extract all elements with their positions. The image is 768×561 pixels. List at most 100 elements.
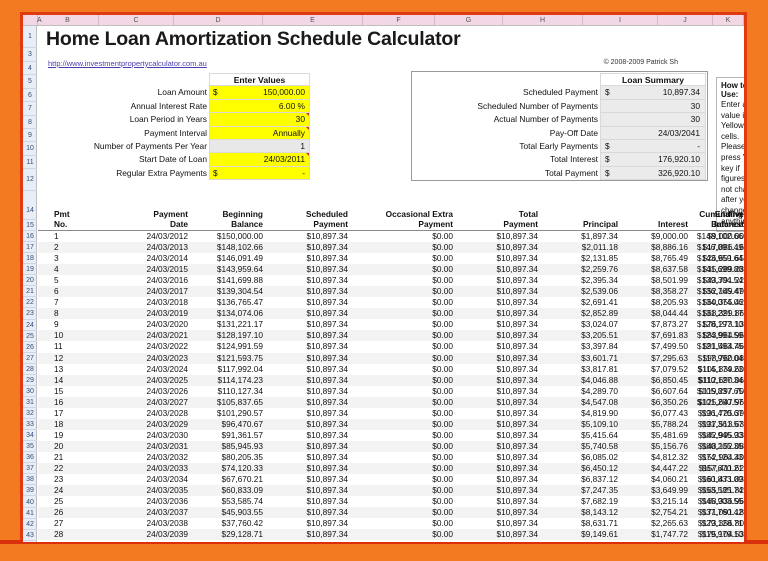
table-row[interactable]: 29 24/03/2040 $19,979.10 $10,897.34 $0.00 $10… [38,540,744,542]
row-number-44[interactable]: 44 [23,541,37,542]
table-row[interactable]: 22 24/03/2033 $74,120.33 $10,897.34 $0.00 $10… [38,462,744,475]
table-row[interactable]: 2 24/03/2013 $148,102.66 $10,897.34 $0.00 $10… [38,242,744,254]
table-row[interactable]: 11 24/03/2022 $124,991.59 $10,897.34 $0.00 $1… [38,341,744,352]
row-number-32[interactable]: 32 [23,408,37,420]
table-row[interactable]: 1 24/03/2012 $150,000.00 $10,897.34 $0.00 $10… [38,231,744,242]
input-cell-regular-extra-payments[interactable]: $ - [209,166,310,181]
table-row[interactable]: 16 24/03/2027 $105,837.65 $10,897.34 $0.00 $1… [38,396,744,408]
table-row[interactable]: 9 24/03/2020 $131,221.17 $10,897.34 $0.00 $10… [38,319,744,330]
column-header-f[interactable]: F [363,15,435,26]
column-header-principal[interactable]: Principal [583,219,618,229]
column-header-occasional-extra-payment[interactable]: Occasional Extra Payment [386,209,453,229]
row-number-10[interactable]: 10 [23,142,37,156]
row-number-14[interactable]: 14 [23,192,37,220]
row-number-25[interactable]: 25 [23,331,37,342]
row-number-21[interactable]: 21 [23,286,37,298]
row-number-12[interactable]: 12 [23,169,37,192]
table-row[interactable]: 27 24/03/2038 $37,760.42 $10,897.34 $0.00 $10… [38,518,744,529]
table-row[interactable]: 19 24/03/2030 $91,361.57 $10,897.34 $0.00 $10… [38,430,744,441]
row-number-15[interactable]: 15 [23,220,37,232]
row-number-37[interactable]: 37 [23,463,37,475]
row-number-gutter[interactable]: 1 3 4 5 6 7 8 9 10 11 12 14 15 16 17 18 19 20 21 22 23 24 25 26… [23,26,37,542]
table-row[interactable]: 8 24/03/2019 $134,074.06 $10,897.34 $0.00 $10… [38,308,744,320]
row-number-6[interactable]: 6 [23,89,37,103]
column-header-beginning-balance[interactable]: Beginning Balance [222,209,263,229]
column-header-interest[interactable]: Interest [658,219,688,229]
website-link[interactable]: http://www.investmentpropertycalculator.… [48,59,207,68]
row-number-11[interactable]: 11 [23,156,37,170]
row-number-8[interactable]: 8 [23,116,37,129]
column-header-g[interactable]: G [435,15,503,26]
row-number-5[interactable]: 5 [23,75,37,89]
table-row[interactable]: 10 24/03/2021 $128,197.10 $10,897.34 $0.00 $1… [38,330,744,342]
table-row[interactable]: 21 24/03/2032 $80,205.35 $10,897.34 $0.00 $10… [38,452,744,463]
input-cell-annual-interest-rate[interactable]: 6.00 % [209,99,310,114]
row-number-24[interactable]: 24 [23,320,37,331]
input-cell-start-date-of-loan[interactable]: 24/03/2011 [209,153,310,167]
table-row[interactable]: 7 24/03/2018 $136,765.47 $10,897.34 $0.00 $10… [38,297,744,308]
column-header-k[interactable]: K [713,15,744,26]
table-row[interactable]: 18 24/03/2029 $96,470.67 $10,897.34 $0.00 $10… [38,418,744,430]
summary-cell-total-early-payments[interactable]: $ - [600,139,706,154]
row-number-16[interactable]: 16 [23,231,37,243]
row-number-20[interactable]: 20 [23,275,37,287]
table-row[interactable]: 28 24/03/2039 $29,128.71 $10,897.34 $0.00 $10… [38,529,744,541]
summary-cell-scheduled-number-of-payments[interactable]: 30 [600,99,706,114]
row-number-1[interactable]: 1 [23,26,37,48]
row-number-9[interactable]: 9 [23,129,37,143]
row-number-30[interactable]: 30 [23,386,37,397]
column-header-scheduled-payment[interactable]: Scheduled Payment [306,209,348,229]
input-cell-loan-period-in-years[interactable]: 30 [209,113,310,127]
row-number-18[interactable]: 18 [23,253,37,265]
row-number-38[interactable]: 38 [23,474,37,486]
row-number-40[interactable]: 40 [23,497,37,508]
input-cell-payment-interval[interactable]: Annually [209,126,310,140]
summary-cell-scheduled-payment[interactable]: $10,897.34 [600,86,706,100]
row-number-39[interactable]: 39 [23,485,37,497]
table-row[interactable]: 13 24/03/2024 $117,992.04 $10,897.34 $0.00 $1… [38,364,744,375]
column-header-total-payment[interactable]: Total Payment [503,209,538,229]
row-number-27[interactable]: 27 [23,353,37,364]
column-header-cumulative-interest[interactable]: Cumulative Interest [699,209,744,229]
column-header-e[interactable]: E [263,15,363,26]
row-number-42[interactable]: 42 [23,519,37,530]
row-number-19[interactable]: 19 [23,264,37,276]
row-number-36[interactable]: 36 [23,452,37,464]
column-header-strip[interactable]: ABCDEFGHIJK [23,15,744,26]
column-header-i[interactable]: I [583,15,658,26]
row-number-41[interactable]: 41 [23,508,37,519]
table-row[interactable]: 23 24/03/2034 $67,670.21 $10,897.34 $0.00 $10… [38,474,744,485]
table-row[interactable]: 5 24/03/2016 $141,699.88 $10,897.34 $0.00 $10… [38,275,744,286]
table-row[interactable]: 20 24/03/2031 $85,945.93 $10,897.34 $0.00 $10… [38,440,744,452]
table-row[interactable]: 4 24/03/2015 $143,959.64 $10,897.34 $0.00 $10… [38,264,744,276]
table-row[interactable]: 24 24/03/2035 $60,833.09 $10,897.34 $0.00 $10… [38,485,744,497]
column-header-j[interactable]: J [658,15,713,26]
column-header-c[interactable]: C [99,15,174,26]
column-header-pmt-no[interactable]: Pmt No. [54,209,70,229]
column-header-d[interactable]: D [174,15,263,26]
input-cell-loan-amount[interactable]: $150,000.00 [209,86,310,100]
row-number-7[interactable]: 7 [23,102,37,116]
row-number-43[interactable]: 43 [23,530,37,541]
row-number-26[interactable]: 26 [23,342,37,353]
column-header-payment-date[interactable]: Payment Date [153,209,188,229]
table-row[interactable]: 25 24/03/2036 $53,585.74 $10,897.34 $0.00 $10… [38,496,744,507]
summary-cell-total-interest[interactable]: $176,920.10 [600,153,706,167]
row-number-28[interactable]: 28 [23,364,37,375]
row-number-33[interactable]: 33 [23,419,37,431]
table-row[interactable]: 17 24/03/2028 $101,290.57 $10,897.34 $0.00 $1… [38,408,744,419]
input-cell-number-of-payments-per-year[interactable]: 1 [209,139,310,154]
column-header-b[interactable]: B [37,15,99,26]
table-row[interactable]: 14 24/03/2025 $114,174.23 $10,897.34 $0.00 $1… [38,374,744,386]
summary-cell-pay-off-date[interactable]: 24/03/2041 [600,126,706,140]
row-number-34[interactable]: 34 [23,430,37,442]
row-number-4[interactable]: 4 [23,62,37,76]
row-number-22[interactable]: 22 [23,297,37,309]
row-number-29[interactable]: 29 [23,375,37,386]
row-number-17[interactable]: 17 [23,242,37,254]
summary-cell-total-payment[interactable]: $326,920.10 [600,166,706,181]
row-number-3[interactable]: 3 [23,48,37,62]
summary-cell-actual-number-of-payments[interactable]: 30 [600,113,706,127]
row-number-23[interactable]: 23 [23,308,37,320]
row-number-35[interactable]: 35 [23,441,37,453]
